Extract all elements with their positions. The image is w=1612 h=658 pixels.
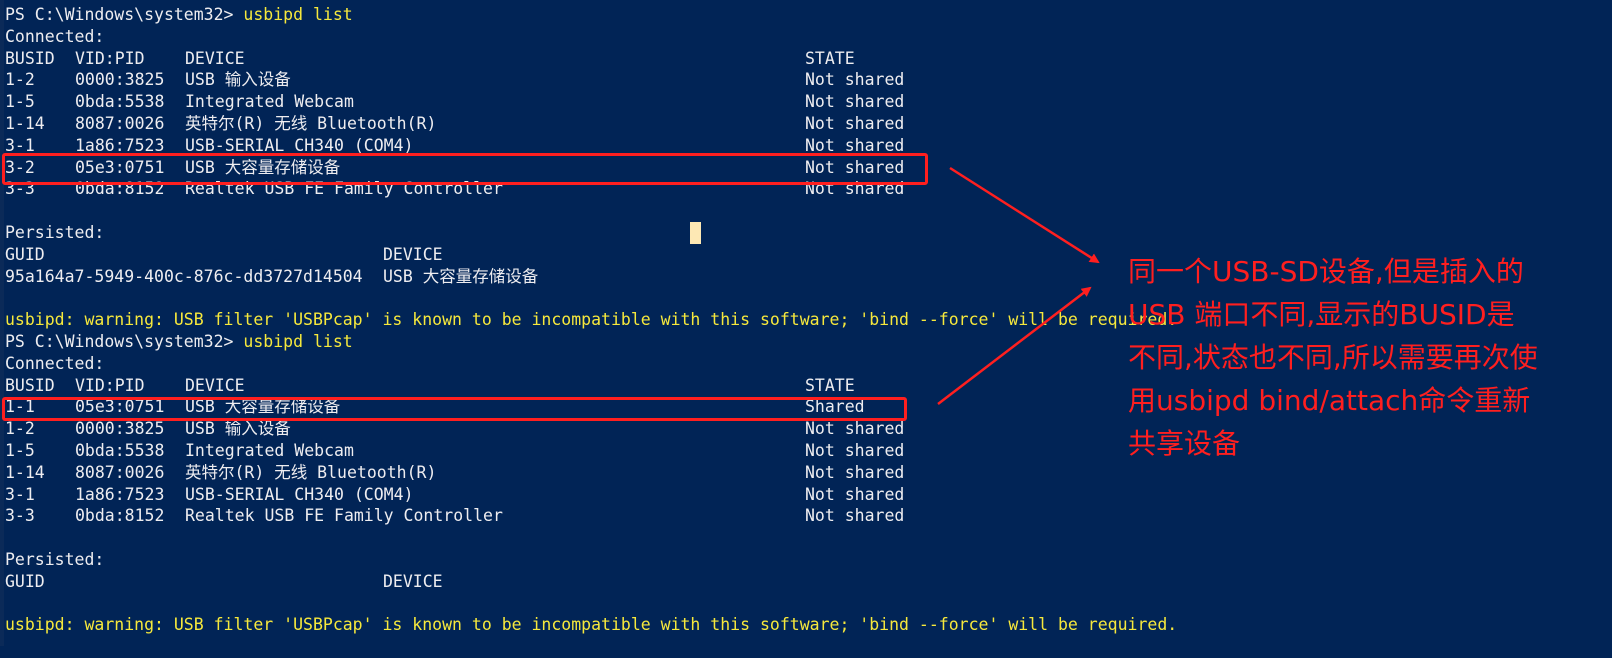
arrow-upper [949,166,1100,264]
annotation-text: 同一个USB-SD设备,但是插入的 USB 端口不同,显示的BUSID是 不同,… [1128,255,1538,460]
arrow-lower [937,286,1092,405]
